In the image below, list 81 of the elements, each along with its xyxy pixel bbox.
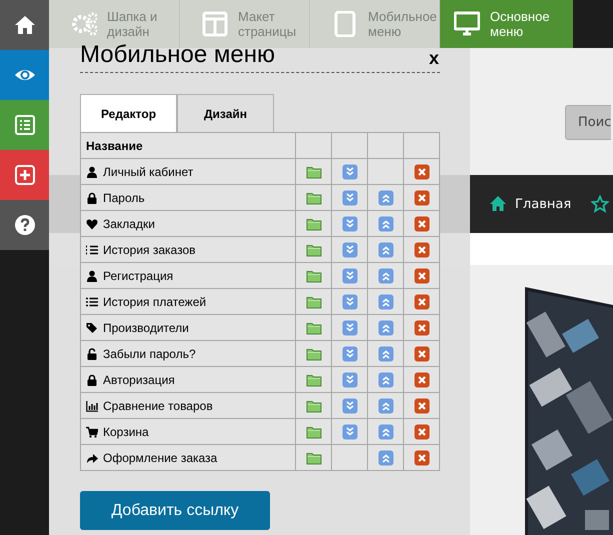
delete-icon[interactable] — [414, 424, 430, 440]
menu-item-name: Забыли пароль? — [103, 346, 196, 360]
menu-item-name: Пароль — [103, 190, 145, 204]
double-chevron-down-icon[interactable] — [342, 424, 358, 440]
editor-tab[interactable]: Дизайн — [177, 94, 274, 132]
double-chevron-up-icon[interactable] — [378, 216, 394, 232]
unlocked-lock-icon — [86, 348, 98, 360]
double-chevron-up-icon[interactable] — [378, 268, 394, 284]
home-icon — [489, 195, 507, 213]
list-icon — [86, 296, 98, 308]
menu-item-name: История заказов — [103, 242, 196, 256]
menu-item-name: Сравнение товаров — [103, 398, 213, 412]
add-link-button[interactable]: Добавить ссылку — [80, 491, 270, 530]
double-chevron-down-icon[interactable] — [342, 164, 358, 180]
delete-icon[interactable] — [414, 216, 430, 232]
menu-item-name: Производители — [103, 320, 189, 334]
delete-icon[interactable] — [414, 242, 430, 258]
double-chevron-down-icon[interactable] — [342, 294, 358, 310]
double-chevron-down-icon[interactable] — [342, 190, 358, 206]
double-chevron-down-icon[interactable] — [342, 346, 358, 362]
sidebar-button[interactable] — [0, 100, 49, 150]
double-chevron-down-icon[interactable] — [342, 372, 358, 388]
delete-icon[interactable] — [414, 450, 430, 466]
delete-icon[interactable] — [414, 398, 430, 414]
top-tab[interactable]: Основное меню — [440, 0, 573, 48]
delete-icon[interactable] — [414, 372, 430, 388]
delete-icon[interactable] — [414, 190, 430, 206]
tablet-icon — [332, 11, 358, 37]
user-icon — [86, 270, 98, 282]
nav-link[interactable]: Главная — [515, 196, 572, 212]
sidebar-button[interactable] — [0, 200, 49, 250]
column-header: Название — [80, 132, 296, 158]
menu-item-name: Оформление заказа — [103, 450, 218, 464]
delete-icon[interactable] — [414, 320, 430, 336]
double-chevron-up-icon[interactable] — [378, 450, 394, 466]
double-chevron-up-icon[interactable] — [378, 424, 394, 440]
sidebar-button[interactable] — [0, 0, 49, 50]
lock-icon — [86, 192, 98, 204]
help-icon — [14, 214, 36, 236]
double-chevron-down-icon[interactable] — [342, 320, 358, 336]
editor-tab[interactable]: Редактор — [80, 94, 177, 132]
cart-icon — [86, 426, 98, 438]
numbered-list-icon — [86, 244, 98, 256]
user-icon — [86, 166, 98, 178]
menu-item-name: Личный кабинет — [103, 164, 194, 178]
menu-item-name: Авторизация — [103, 372, 175, 386]
menu-item-name: Корзина — [103, 424, 149, 438]
double-chevron-up-icon[interactable] — [378, 242, 394, 258]
plus-icon — [14, 164, 36, 186]
sidebar-button[interactable] — [0, 150, 49, 200]
share-arrow-icon — [86, 452, 98, 464]
double-chevron-down-icon[interactable] — [342, 268, 358, 284]
close-button[interactable]: x — [428, 48, 440, 69]
double-chevron-up-icon[interactable] — [378, 346, 394, 362]
delete-icon[interactable] — [414, 346, 430, 362]
delete-icon[interactable] — [414, 268, 430, 284]
double-chevron-down-icon[interactable] — [342, 242, 358, 258]
double-chevron-up-icon[interactable] — [378, 190, 394, 206]
heart-icon — [86, 218, 98, 230]
search-button[interactable]: Поис — [565, 105, 612, 140]
double-chevron-up-icon[interactable] — [378, 320, 394, 336]
tags-icon — [86, 322, 98, 334]
double-chevron-up-icon[interactable] — [378, 294, 394, 310]
home-icon — [14, 14, 36, 36]
double-chevron-up-icon[interactable] — [378, 372, 394, 388]
sidebar-button[interactable] — [0, 50, 49, 100]
double-chevron-down-icon[interactable] — [342, 216, 358, 232]
gears-icon — [71, 11, 97, 37]
menu-item-name: История платежей — [103, 294, 206, 308]
monitor-icon — [454, 11, 480, 37]
double-chevron-up-icon[interactable] — [378, 398, 394, 414]
lock-icon — [86, 374, 98, 386]
delete-icon[interactable] — [414, 164, 430, 180]
menu-item-name: Закладки — [103, 216, 155, 230]
menu-item-name: Регистрация — [103, 268, 174, 282]
layout-icon — [202, 11, 228, 37]
list-icon — [14, 114, 36, 136]
double-chevron-down-icon[interactable] — [342, 398, 358, 414]
bar-chart-icon — [86, 400, 98, 412]
delete-icon[interactable] — [414, 294, 430, 310]
star-icon — [591, 195, 610, 213]
